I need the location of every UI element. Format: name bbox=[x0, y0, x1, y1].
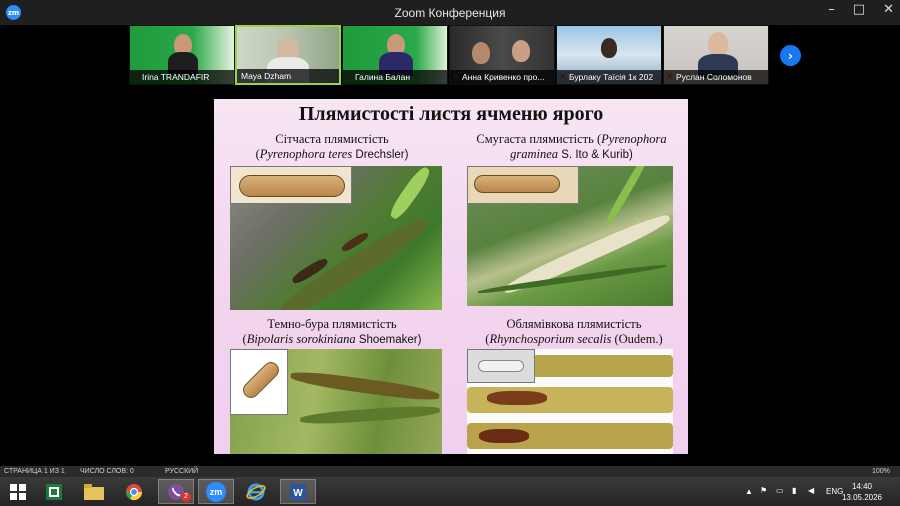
page-count: СТРАНИЦА 1 ИЗ 1 bbox=[4, 468, 65, 475]
volume-icon[interactable]: ◀ bbox=[808, 486, 814, 495]
caption-top-left: Сітчаста плямистість (Pyrenophora teres … bbox=[222, 132, 442, 163]
chrome-taskbar-button[interactable] bbox=[116, 479, 152, 504]
spore-inset bbox=[230, 349, 288, 415]
clock-time: 14:40 bbox=[851, 482, 872, 491]
network-icon[interactable]: ▮ bbox=[792, 486, 796, 495]
slide-title: Плямистості листя ячменю ярого bbox=[298, 103, 604, 125]
excel-taskbar-button[interactable] bbox=[36, 479, 72, 504]
show-hidden-icons-button[interactable]: ▲ bbox=[745, 487, 753, 496]
spore-inset bbox=[467, 166, 579, 204]
caption-line: Облямівкова плямистість bbox=[506, 317, 642, 331]
input-language[interactable]: ENG bbox=[826, 487, 843, 496]
window-title: Zoom Конференция bbox=[394, 6, 506, 20]
participant-tile-active[interactable]: Maya Dzham bbox=[235, 25, 341, 85]
battery-icon[interactable]: ▭ bbox=[776, 486, 784, 495]
participant-strip: ✕ Irina TRANDAFIR Maya Dzham ✕ Галина Ба… bbox=[0, 25, 900, 88]
participant-tile[interactable]: ✕ Руслан Соломонов bbox=[663, 25, 769, 85]
caption-line: Темно-бура плямистість bbox=[267, 317, 397, 331]
participant-tile[interactable]: ✕ Бурлаку Таїсія 1к 202 bbox=[556, 25, 662, 85]
zoom-taskbar-button[interactable]: zm bbox=[198, 479, 234, 504]
participant-tile[interactable]: ✕ Галина Балан bbox=[342, 25, 448, 85]
participant-tile[interactable]: ✕ Анна Кривенко про... bbox=[449, 25, 555, 85]
caption-bottom-left: Темно-бура плямистість (Bipolaris soroki… bbox=[222, 317, 442, 348]
flag-icon[interactable]: ⚑ bbox=[760, 486, 767, 495]
taskbar: 2 zm W ▲ ⚑ ▭ ▮ ◀ ENG 14:40 13.05.2026 bbox=[0, 477, 900, 506]
word-taskbar-button[interactable]: W bbox=[280, 479, 316, 504]
file-explorer-taskbar-button[interactable] bbox=[76, 479, 112, 504]
chrome-icon bbox=[125, 483, 143, 500]
windows-logo-icon bbox=[10, 483, 26, 500]
start-button[interactable] bbox=[0, 479, 36, 504]
internet-explorer-icon bbox=[246, 483, 266, 500]
caption-line: graminea S. Ito & Kurib) bbox=[510, 147, 633, 161]
shared-screen: Плямистості листя ячменю ярого Сітчаста … bbox=[134, 99, 768, 454]
zoom-level: 100% bbox=[872, 468, 890, 475]
caption-bottom-right: Облямівкова плямистість (Rhynchosporium … bbox=[464, 317, 684, 347]
clock-date: 13.05.2026 bbox=[841, 493, 882, 502]
caption-line: (Pyrenophora teres Drechsler) bbox=[255, 147, 409, 161]
net-blotch-photo bbox=[230, 166, 442, 310]
document-language: РУССКИЙ bbox=[165, 468, 199, 475]
excel-icon bbox=[46, 483, 62, 500]
participant-tile[interactable]: ✕ Irina TRANDAFIR bbox=[129, 25, 235, 85]
zoom-icon: zm bbox=[206, 481, 226, 502]
caption-top-right: Смугаста плямистість (Pyrenophora gramin… bbox=[459, 132, 684, 163]
notification-badge: 2 bbox=[181, 492, 191, 502]
spore-inset bbox=[230, 166, 352, 204]
word-icon: W bbox=[290, 483, 306, 500]
close-button[interactable]: ✕ bbox=[883, 2, 894, 17]
folder-icon bbox=[84, 483, 104, 500]
internet-explorer-taskbar-button[interactable] bbox=[238, 479, 274, 504]
next-participants-button[interactable]: › bbox=[780, 45, 801, 66]
maximize-button[interactable]: □ bbox=[853, 2, 865, 17]
caption-line: (Rhynchosporium secalis (Oudem.) bbox=[485, 332, 663, 346]
window-title-bar: zm Zoom Конференция – □ ✕ bbox=[0, 0, 900, 25]
scald-photo bbox=[467, 349, 673, 454]
viber-taskbar-button[interactable]: 2 bbox=[158, 479, 194, 504]
participant-name: Галина Балан bbox=[343, 70, 447, 84]
presentation-slide: Плямистості листя ячменю ярого Сітчаста … bbox=[214, 99, 688, 454]
participant-name: Анна Кривенко про... bbox=[450, 70, 554, 84]
system-clock[interactable]: 14:40 13.05.2026 bbox=[842, 481, 882, 503]
spot-blotch-photo bbox=[230, 349, 442, 454]
spore-inset bbox=[467, 349, 535, 383]
participant-name: Бурлаку Таїсія 1к 202 bbox=[557, 70, 661, 84]
svg-text:W: W bbox=[293, 488, 303, 499]
stripe-disease-photo bbox=[467, 166, 673, 306]
participant-name: Irina TRANDAFIR bbox=[130, 70, 234, 84]
caption-line: Сітчаста плямистість bbox=[275, 132, 389, 146]
caption-line: (Bipolaris sorokiniana Shoemaker) bbox=[242, 332, 422, 346]
word-count: ЧИСЛО СЛОВ: 0 bbox=[80, 468, 134, 475]
participant-name: Maya Dzham bbox=[237, 69, 339, 83]
background-app-status-bar: СТРАНИЦА 1 ИЗ 1 ЧИСЛО СЛОВ: 0 РУССКИЙ 10… bbox=[0, 466, 900, 477]
minimize-button[interactable]: – bbox=[828, 2, 835, 17]
caption-line: Смугаста плямистість (Pyrenophora bbox=[476, 132, 667, 146]
participant-name: Руслан Соломонов bbox=[664, 70, 768, 84]
